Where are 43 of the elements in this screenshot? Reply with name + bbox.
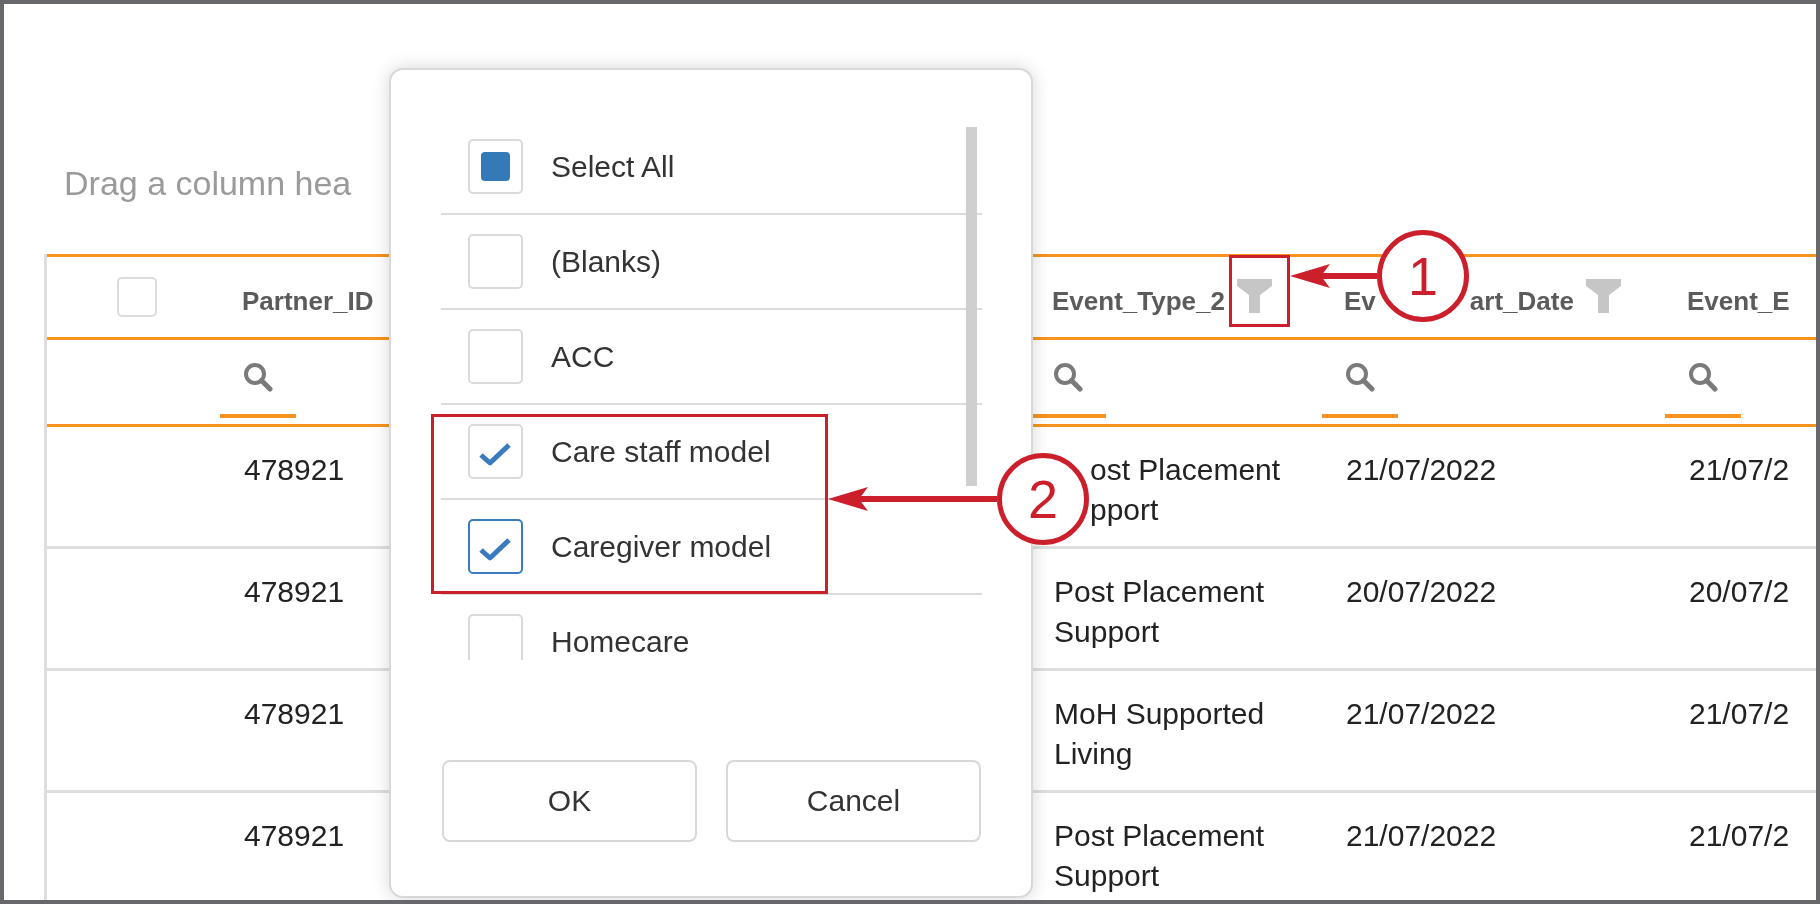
column-header[interactable]: Event_Type_2 bbox=[1052, 289, 1225, 313]
dialog-button[interactable]: OK bbox=[442, 760, 697, 842]
table-cell: Post Placement Support bbox=[1054, 819, 1265, 892]
column-header[interactable]: Ev bbox=[1344, 289, 1376, 313]
option-label[interactable]: Homecare bbox=[551, 624, 690, 659]
table-cell-text: pport bbox=[1090, 492, 1159, 528]
search-icon bbox=[1053, 362, 1083, 392]
column-header[interactable]: Event_E bbox=[1687, 289, 1790, 313]
check-icon bbox=[478, 537, 512, 561]
callout-number: 1 bbox=[1377, 230, 1469, 322]
filled-square-icon bbox=[481, 152, 510, 181]
column-header[interactable]: art_Date bbox=[1469, 289, 1574, 313]
option-label[interactable]: Care staff model bbox=[551, 434, 771, 469]
table-cell: 478921 bbox=[244, 819, 345, 852]
table-cell: 21/07/2022 bbox=[1346, 697, 1497, 730]
scrollbar-thumb[interactable] bbox=[966, 127, 977, 486]
table-cell: 21/07/2 bbox=[1689, 819, 1790, 852]
table-cell: 478921 bbox=[244, 697, 345, 730]
search-icon bbox=[1688, 362, 1718, 392]
search-icon bbox=[1345, 362, 1375, 392]
option-label[interactable]: (Blanks) bbox=[551, 244, 662, 279]
table-cell: Post Placement Support bbox=[1054, 575, 1265, 648]
search-icon bbox=[243, 362, 273, 392]
option-label[interactable]: Caregiver model bbox=[551, 529, 772, 564]
group-panel-hint: Drag a column hea bbox=[64, 164, 352, 202]
table-cell: 478921 bbox=[244, 575, 345, 608]
table-cell: 20/07/2022 bbox=[1346, 575, 1497, 608]
highlight-frame bbox=[1229, 255, 1290, 327]
table-cell: 21/07/2 bbox=[1689, 453, 1790, 486]
table-cell: 21/07/2022 bbox=[1346, 819, 1497, 852]
table-cell-text: ost Placement bbox=[1090, 452, 1281, 488]
table-cell: 21/07/2022 bbox=[1346, 453, 1497, 486]
checkbox[interactable] bbox=[468, 519, 523, 574]
callout-number: 2 bbox=[997, 453, 1089, 545]
check-icon bbox=[478, 442, 512, 466]
column-header[interactable]: Partner_ID bbox=[242, 289, 374, 313]
dialog-button[interactable]: Cancel bbox=[726, 760, 981, 842]
table-cell: 20/07/2 bbox=[1689, 575, 1790, 608]
table-cell: 478921 bbox=[244, 453, 345, 486]
table-cell: 21/07/2 bbox=[1689, 697, 1790, 730]
option-label[interactable]: Select All bbox=[551, 149, 675, 184]
option-label[interactable]: ACC bbox=[551, 339, 615, 374]
table-cell: MoH Supported Living bbox=[1054, 697, 1265, 770]
